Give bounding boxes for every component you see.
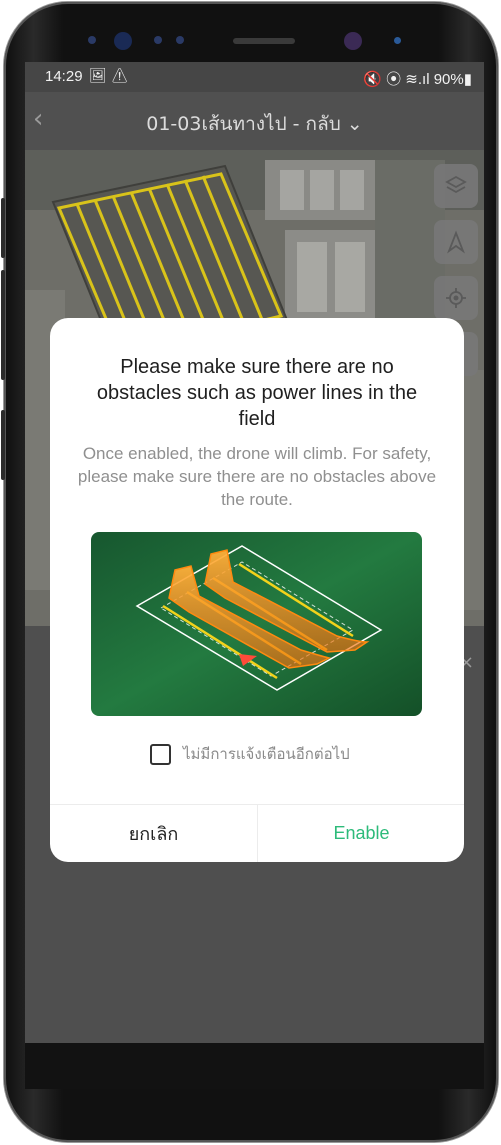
layers-icon[interactable] bbox=[434, 164, 478, 208]
route-illustration bbox=[91, 532, 422, 716]
front-camera bbox=[114, 32, 132, 50]
status-bar: 14:29 🖼 ⚠ 🔇 ⦿ ≋.ıl 90%▮ bbox=[25, 62, 484, 92]
dont-show-again-row[interactable]: ไม่มีการแจ้งเตือนอีกต่อไป bbox=[150, 742, 350, 766]
dialog-description: Once enabled, the drone will climb. For … bbox=[77, 444, 437, 509]
dialog-title: Please make sure there are no obstacles … bbox=[96, 356, 418, 430]
power-button bbox=[1, 198, 5, 258]
status-led bbox=[394, 37, 401, 44]
notification-icons: 🖼 ⚠ bbox=[89, 67, 129, 83]
navigation-arrow-icon[interactable] bbox=[434, 220, 478, 264]
proximity-sensor bbox=[88, 36, 96, 44]
light-sensor bbox=[176, 36, 184, 44]
iris-sensor bbox=[154, 36, 162, 44]
earpiece-speaker bbox=[233, 38, 295, 44]
system-nav-bar bbox=[25, 1043, 484, 1089]
volume-button bbox=[1, 270, 5, 380]
status-time: 14:29 bbox=[45, 68, 83, 85]
obstacle-warning-dialog: Please make sure there are no obstacles … bbox=[50, 318, 464, 862]
dont-show-again-checkbox[interactable] bbox=[150, 743, 171, 765]
locate-icon[interactable] bbox=[434, 276, 478, 320]
system-indicators: 🔇 ⦿ ≋.ıl 90%▮ bbox=[363, 71, 472, 88]
selfie-camera bbox=[344, 32, 362, 50]
cancel-button[interactable]: ยกเลิก bbox=[50, 805, 257, 862]
enable-button[interactable]: Enable bbox=[258, 805, 464, 862]
bixby-button bbox=[1, 410, 5, 480]
app-bar: ‹ 01-03เส้นทางไป - กลับ ⌄ bbox=[25, 92, 484, 150]
route-title-dropdown[interactable]: 01-03เส้นทางไป - กลับ ⌄ bbox=[25, 109, 484, 139]
dont-show-again-label: ไม่มีการแจ้งเตือนอีกต่อไป bbox=[183, 745, 350, 763]
